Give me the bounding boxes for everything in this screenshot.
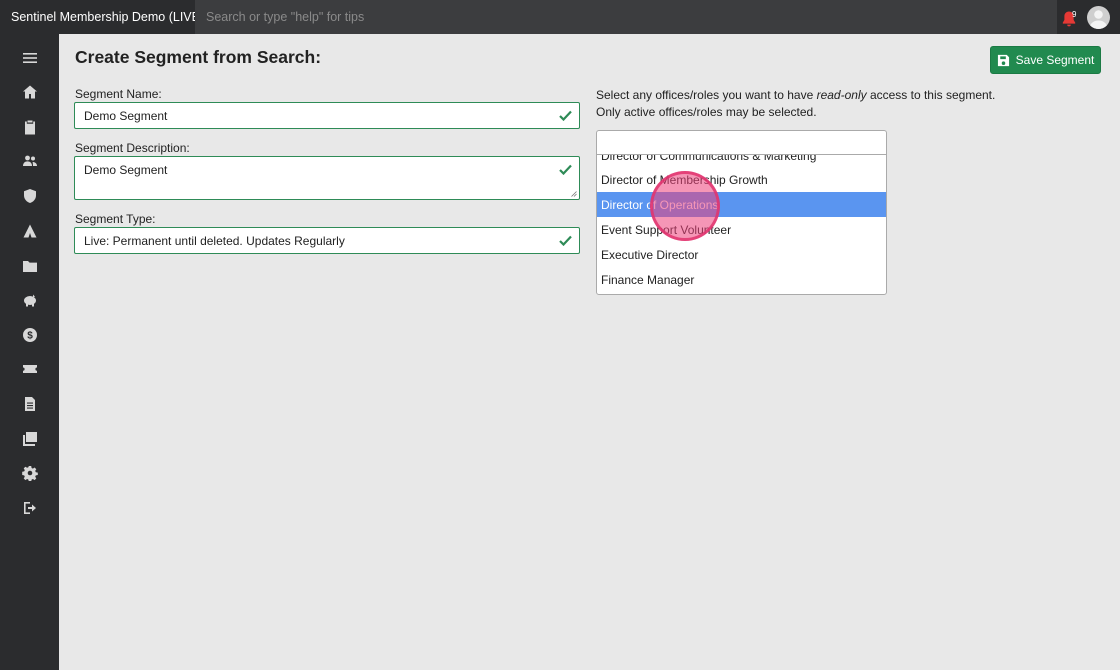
document-icon[interactable] [21,395,39,413]
users-icon[interactable] [21,152,39,170]
main-content: Create Segment from Search: Save Segment… [60,34,1120,670]
save-icon [997,54,1009,66]
resize-handle-icon[interactable] [571,191,577,197]
home-icon[interactable] [21,83,39,101]
valid-check-icon [559,164,572,175]
segment-type-label: Segment Type: [75,212,156,226]
roles-search-input[interactable] [596,130,887,155]
clipboard-icon[interactable] [21,118,39,136]
sidebar: $ [0,34,59,670]
access-info-suffix: access to this segment. [866,88,996,102]
access-info-emphasis: read-only [816,88,867,102]
user-avatar-icon [1089,10,1108,29]
access-info-note: Only active offices/roles may be selecte… [596,105,817,119]
valid-check-icon [559,110,572,121]
role-option[interactable]: Event Support Volunteer [597,217,886,242]
segment-type-value: Live: Permanent until deleted. Updates R… [84,233,345,248]
folder-icon[interactable] [21,257,39,275]
images-icon[interactable] [21,430,39,448]
segment-name-input[interactable]: Demo Segment [74,102,580,129]
role-option[interactable]: Finance Manager [597,267,886,292]
role-option-selected[interactable]: Director of Operations [597,192,886,217]
access-info-prefix: Select any offices/roles you want to hav… [596,88,817,102]
sign-out-icon[interactable] [21,499,39,517]
segment-name-label: Segment Name: [75,87,162,101]
shield-icon[interactable] [21,187,39,205]
top-bar: Sentinel Membership Demo (LIVE) [0,0,1120,34]
valid-check-icon [559,235,572,246]
global-search-input[interactable] [195,0,1057,34]
segment-type-select[interactable]: Live: Permanent until deleted. Updates R… [74,227,580,254]
roles-listbox[interactable]: Director of Communications & Marketing D… [596,154,887,295]
save-segment-button[interactable]: Save Segment [990,46,1101,74]
segment-description-label: Segment Description: [75,141,190,155]
role-option[interactable]: Executive Director [597,242,886,267]
ticket-icon[interactable] [21,360,39,378]
segment-description-value: Demo Segment [84,163,168,177]
read-only-access-info: Select any offices/roles you want to hav… [596,87,995,121]
segment-name-value: Demo Segment [84,108,168,123]
campground-icon[interactable] [21,222,39,240]
app-title[interactable]: Sentinel Membership Demo (LIVE) [0,10,204,24]
page-title: Create Segment from Search: [75,47,322,67]
save-segment-label: Save Segment [1015,53,1095,67]
svg-text:$: $ [27,331,33,342]
menu-icon[interactable] [21,49,39,67]
segment-description-textarea[interactable]: Demo Segment [74,156,580,200]
notification-count: 9 [1072,10,1077,19]
gear-icon[interactable] [21,464,39,482]
dollar-icon[interactable]: $ [21,326,39,344]
role-option[interactable]: Director of Membership Growth [597,167,886,192]
role-option[interactable]: Director of Communications & Marketing [597,155,886,168]
avatar[interactable] [1087,6,1110,29]
piggy-bank-icon[interactable] [21,291,39,309]
